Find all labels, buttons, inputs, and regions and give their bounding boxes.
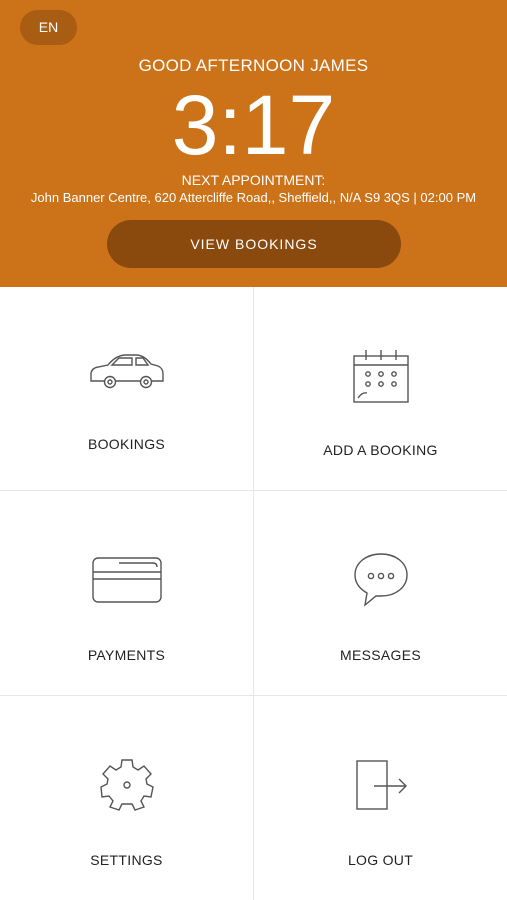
bookings-label: BOOKINGS xyxy=(87,436,166,452)
gear-icon xyxy=(100,759,154,811)
next-appointment-label: NEXT APPOINTMENT: xyxy=(181,172,326,188)
messages-tile[interactable]: MESSAGES xyxy=(254,491,507,695)
chat-bubble-icon xyxy=(354,553,408,607)
settings-label: SETTINGS xyxy=(90,852,163,868)
logout-tile[interactable]: LOG OUT xyxy=(254,696,507,900)
view-bookings-button[interactable]: VIEW BOOKINGS xyxy=(107,220,401,268)
payments-label: PAYMENTS xyxy=(87,647,166,663)
add-booking-label: ADD A BOOKING xyxy=(323,442,438,458)
add-booking-tile[interactable]: ADD A BOOKING xyxy=(254,287,507,490)
logout-label: LOG OUT xyxy=(347,852,414,868)
bookings-tile[interactable]: BOOKINGS xyxy=(0,287,253,490)
next-appointment-details: John Banner Centre, 620 Attercliffe Road… xyxy=(30,190,477,205)
header: EN GOOD AFTERNOON JAMES 3:17 NEXT APPOIN… xyxy=(0,0,507,287)
calendar-icon xyxy=(353,350,409,403)
settings-tile[interactable]: SETTINGS xyxy=(0,696,253,900)
car-icon xyxy=(90,354,164,389)
payments-tile[interactable]: PAYMENTS xyxy=(0,491,253,695)
greeting-text: GOOD AFTERNOON JAMES xyxy=(138,56,369,75)
menu-grid: BOOKINGS ADD A BOOKING PAYMENTS MESSAGES… xyxy=(0,287,507,900)
logout-icon xyxy=(356,760,407,810)
credit-card-icon xyxy=(92,557,162,603)
messages-label: MESSAGES xyxy=(340,647,421,663)
language-button[interactable]: EN xyxy=(20,10,77,45)
clock: 3:17 xyxy=(171,78,336,172)
